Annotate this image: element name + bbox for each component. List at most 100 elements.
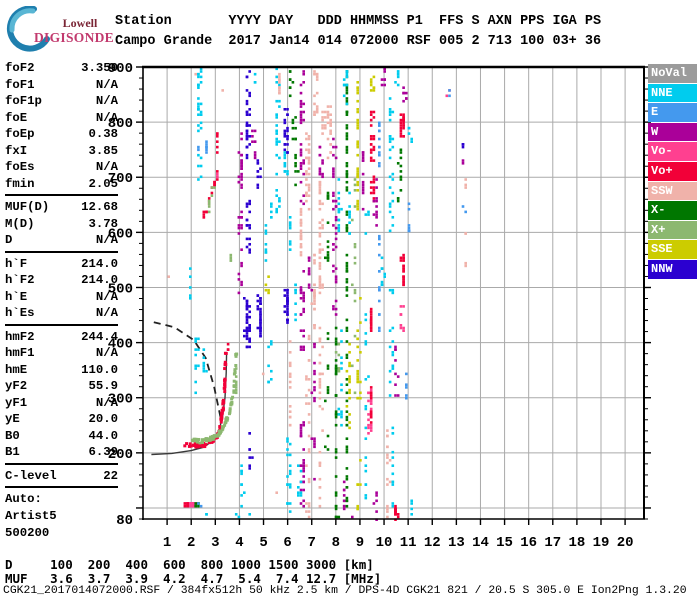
param-value: 214.0 — [81, 256, 118, 271]
param-row: yF2 55.9 — [5, 378, 118, 395]
x-axis-tick-label: 9 — [356, 535, 364, 551]
divider — [5, 323, 118, 326]
x-axis-tick-label: 8 — [332, 535, 340, 551]
legend-item: W — [648, 122, 697, 142]
param-value: 0.38 — [88, 127, 118, 141]
x-axis-tick-label: 6 — [283, 535, 291, 551]
param-value: N/A — [95, 346, 118, 360]
param-row: yF1 N/A — [5, 395, 118, 412]
param-row: C-level 22 — [5, 468, 118, 485]
distance-row: D 100 200 400 600 800 1000 1500 3000 [km… — [5, 557, 374, 572]
muf-row: MUF 3.6 3.7 3.9 4.2 4.7 5.4 7.4 12.7 [MH… — [5, 571, 382, 586]
param-label: hmF2 — [5, 329, 35, 344]
x-axis-tick-label: 3 — [211, 535, 219, 551]
param-label: yE — [5, 412, 20, 426]
legend-item: NoVal — [648, 64, 697, 83]
param-row: B1 6.39 — [5, 444, 118, 461]
echo-direction-legend: NoVal NNE E W Vo- Vo+ SSW X- X+ SSE NNW — [648, 64, 697, 280]
x-axis-tick-label: 19 — [593, 535, 610, 551]
param-row: yE 20.0 — [5, 411, 118, 428]
param-label: C-level — [5, 468, 57, 483]
param-label: fmin — [5, 176, 35, 191]
auto-scaling-line: 500200 — [5, 526, 50, 540]
x-axis-tick-label: 7 — [308, 535, 316, 551]
divider — [5, 194, 118, 196]
param-label: h`E — [5, 289, 28, 304]
param-value: 22 — [103, 468, 118, 483]
divider — [5, 250, 118, 253]
x-axis-tick-label: 1 — [163, 535, 171, 551]
legend-item: X- — [648, 201, 697, 220]
param-label: foF1 — [5, 77, 35, 92]
legend-item: SSW — [648, 181, 697, 201]
parameter-panel: foF2 3.350 foF1 N/A foF1p N/A foE N/A foEp 0.38 fx… — [5, 60, 118, 542]
param-row: h`E N/A — [5, 289, 118, 306]
param-row: fmin 2.05 — [5, 176, 118, 193]
auto-scaling-line: Auto: — [5, 492, 42, 506]
param-value: N/A — [95, 395, 118, 410]
param-row: MUF(D) 12.68 — [5, 199, 118, 216]
param-row: foF2 3.350 — [5, 60, 118, 77]
param-label: B1 — [5, 445, 20, 459]
param-row: h`F 214.0 — [5, 256, 118, 273]
x-axis-tick-label: 2 — [187, 535, 195, 551]
param-label: h`F — [5, 256, 28, 271]
param-row: foF1 N/A — [5, 77, 118, 94]
param-row: h`F2 214.0 — [5, 272, 118, 289]
param-label: h`F2 — [5, 273, 35, 287]
legend-item: Vo+ — [648, 161, 697, 181]
param-value: 55.9 — [88, 379, 118, 393]
param-label: MUF(D) — [5, 200, 50, 214]
param-row: foEp 0.38 — [5, 126, 118, 143]
x-axis-tick-label: 4 — [235, 535, 243, 551]
divider — [5, 486, 118, 488]
param-value: N/A — [95, 77, 118, 92]
divider — [5, 462, 118, 465]
param-label: yF1 — [5, 395, 28, 410]
param-value: 20.0 — [88, 412, 118, 426]
x-axis-tick-label: 18 — [568, 535, 585, 551]
file-info-footer: CGK21_2017014072000.RSF / 384fx512h 50 k… — [3, 585, 687, 597]
param-label: fxI — [5, 143, 28, 158]
param-row: B0 44.0 — [5, 428, 118, 445]
param-label: foE — [5, 110, 28, 125]
param-value: 44.0 — [88, 428, 118, 443]
legend-item: NNE — [648, 83, 697, 103]
param-value: 3.350 — [81, 61, 118, 75]
param-value: N/A — [95, 289, 118, 304]
param-label: foEs — [5, 160, 35, 174]
param-label: foEp — [5, 127, 35, 141]
x-axis-tick-label: 16 — [520, 535, 537, 551]
param-value: 244.4 — [81, 329, 118, 344]
param-value: 12.68 — [81, 200, 118, 214]
param-value: 3.78 — [88, 216, 118, 231]
param-label: hmF1 — [5, 346, 35, 360]
legend-item: X+ — [648, 220, 697, 240]
param-value: 214.0 — [81, 273, 118, 287]
param-value: N/A — [95, 160, 118, 174]
x-axis-tick-label: 5 — [259, 535, 267, 551]
y-axis-tick-label: 80 — [116, 513, 133, 529]
param-row: hmF2 244.4 — [5, 329, 118, 346]
digisonde-ionogram-screen: Lowell DIGISONDE Station YYYY DAY DDD HH… — [0, 0, 700, 600]
x-axis-tick-label: 12 — [424, 535, 441, 551]
param-value: N/A — [95, 233, 118, 247]
legend-item: SSE — [648, 240, 697, 259]
param-value: N/A — [95, 94, 118, 108]
param-label: B0 — [5, 428, 20, 443]
param-row: foF1p N/A — [5, 93, 118, 110]
param-value: 6.39 — [88, 445, 118, 459]
param-label: D — [5, 233, 13, 247]
param-label: h`Es — [5, 306, 35, 320]
param-row: D N/A — [5, 232, 118, 249]
param-label: foF1p — [5, 94, 42, 108]
x-axis-tick-label: 14 — [472, 535, 489, 551]
param-row: hmE 110.0 — [5, 362, 118, 379]
param-row: fxI 3.85 — [5, 143, 118, 160]
x-axis-tick-label: 11 — [400, 535, 417, 551]
x-axis-tick-label: 13 — [448, 535, 465, 551]
x-axis-tick-label: 15 — [496, 535, 513, 551]
param-value: N/A — [95, 110, 118, 125]
param-label: M(D) — [5, 216, 35, 231]
param-label: hmE — [5, 362, 28, 377]
